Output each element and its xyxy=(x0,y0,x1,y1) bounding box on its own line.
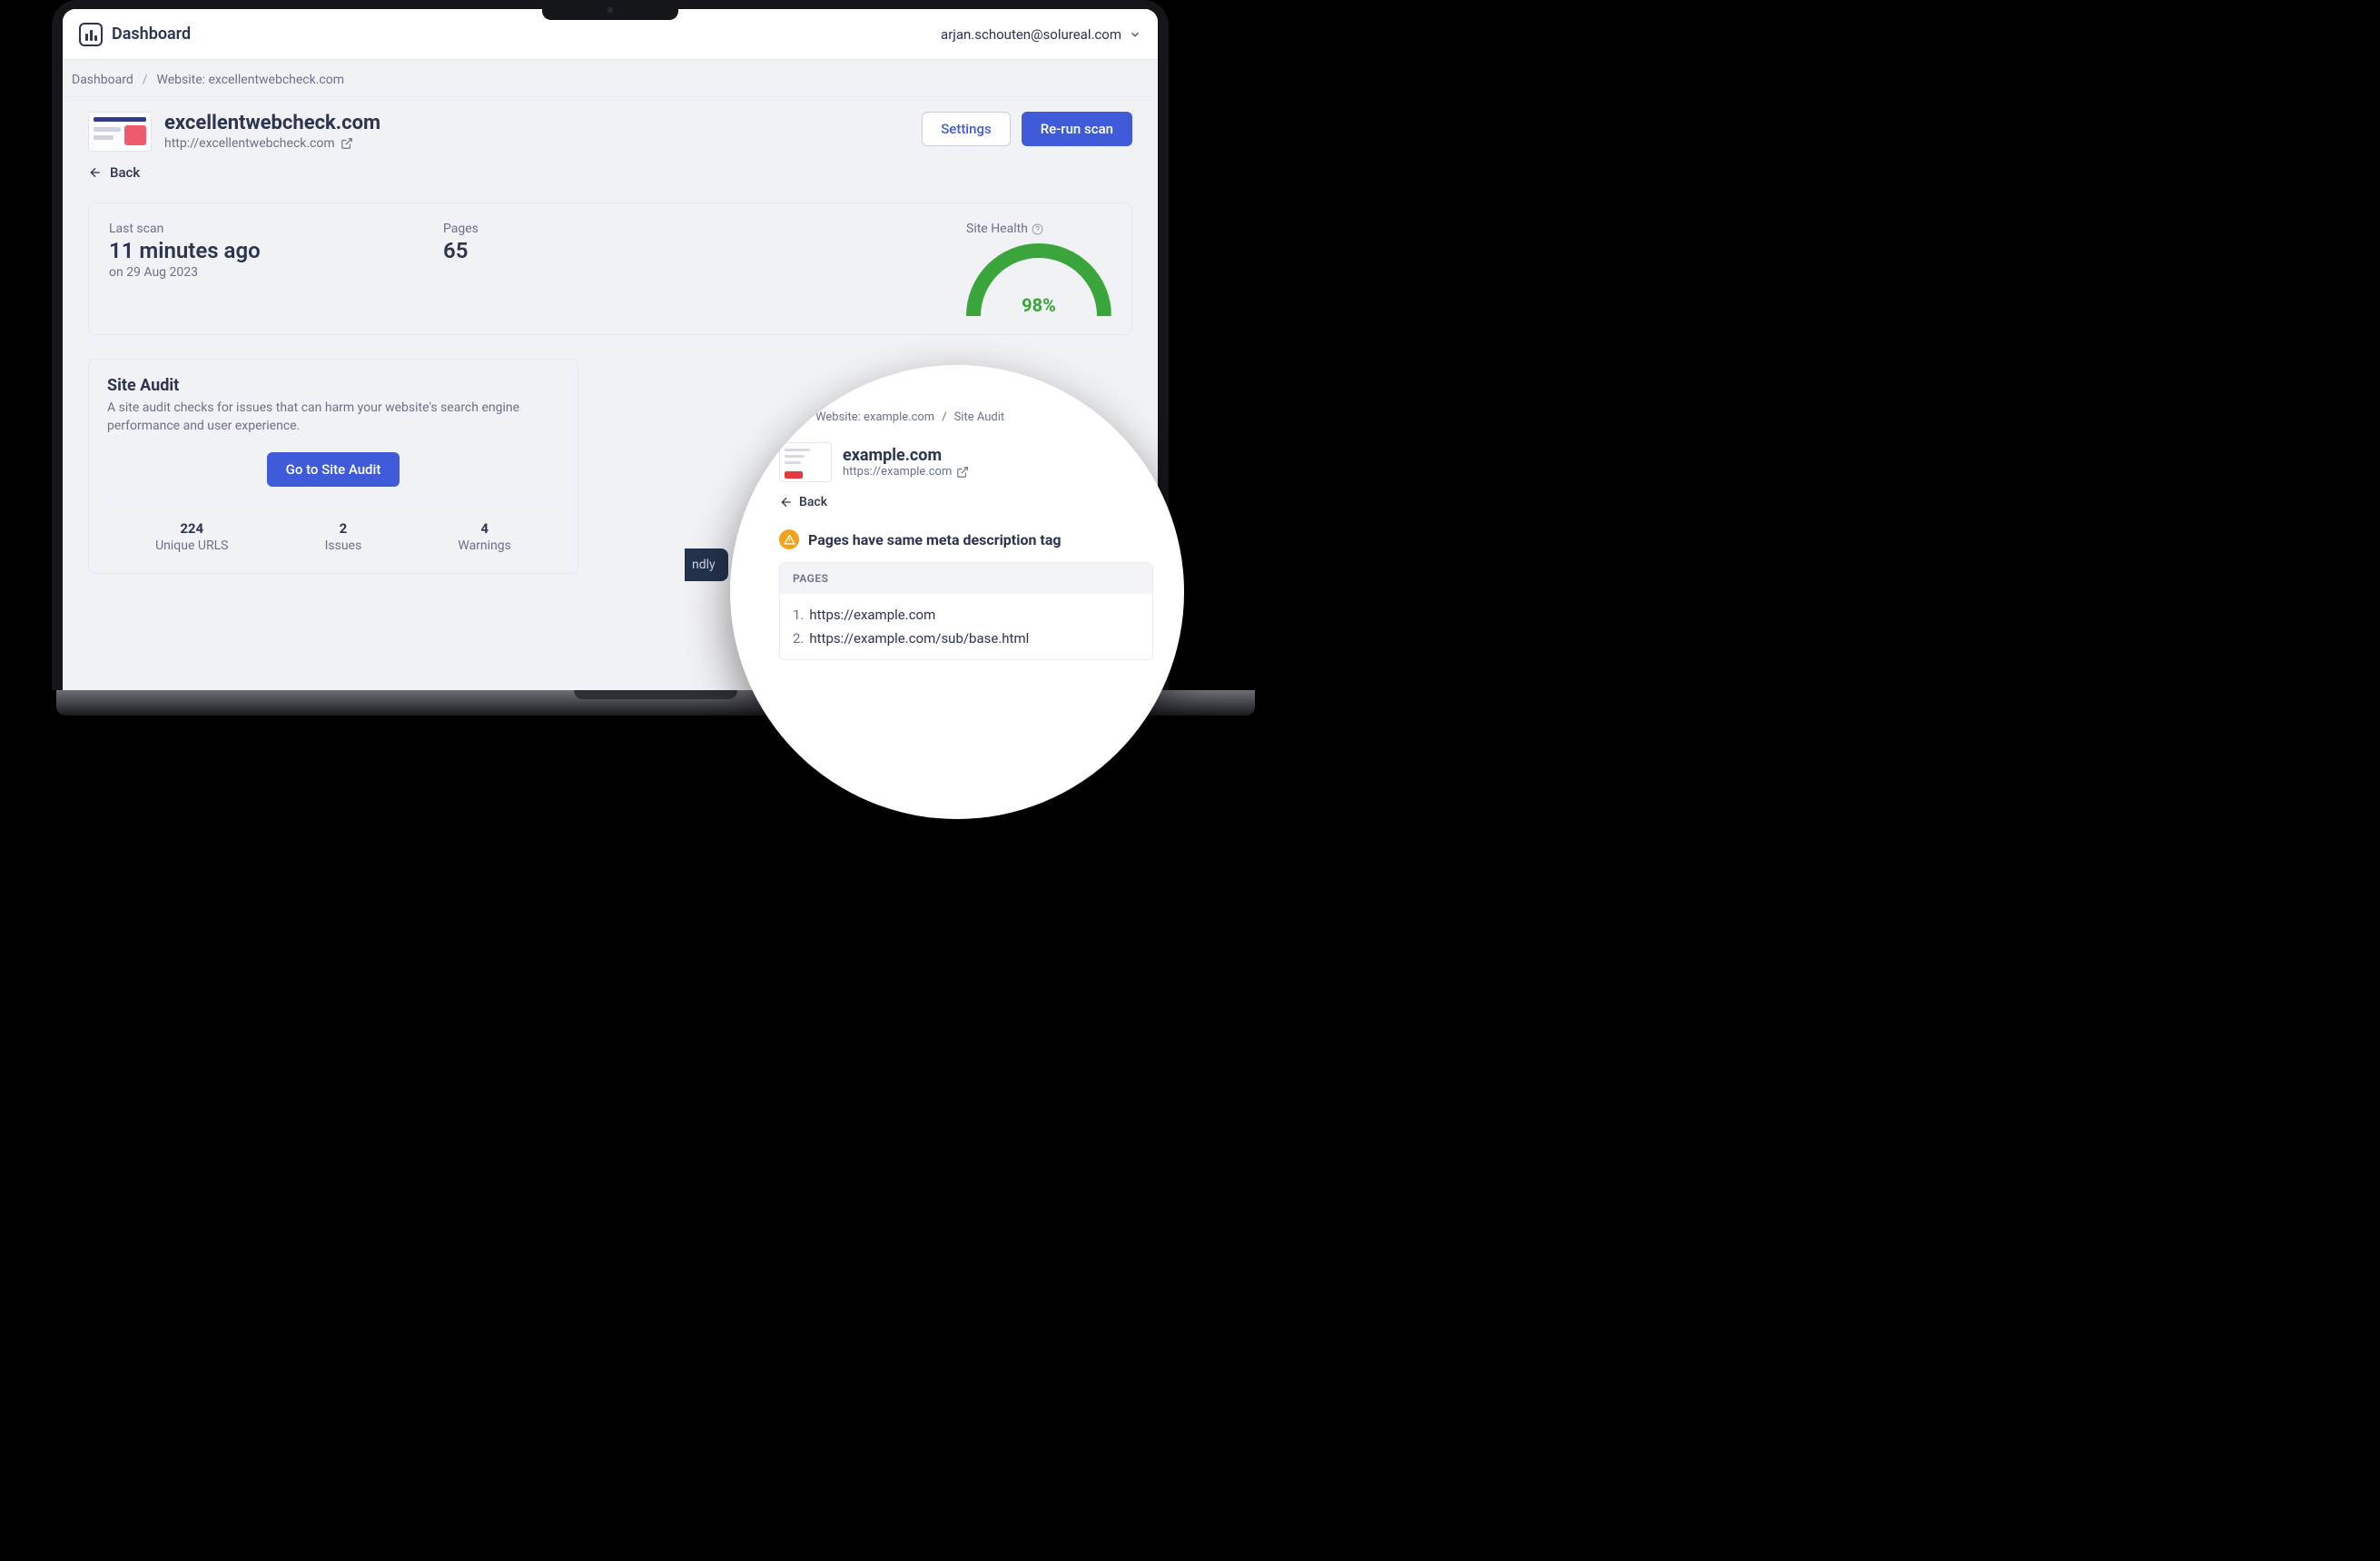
site-health-gauge: 98% xyxy=(966,243,1111,316)
audit-title: Site Audit xyxy=(107,376,559,395)
site-url-text: http://excellentwebcheck.com xyxy=(164,136,335,151)
breadcrumb: Dashboard / Website: excellentwebcheck.c… xyxy=(63,60,1158,97)
zoom-breadcrumb: ard / Website: example.com / Site Audit xyxy=(779,410,1153,424)
metric-sub: on 29 Aug 2023 xyxy=(109,265,443,280)
stat-warnings: 4 Warnings xyxy=(458,520,511,553)
stat-label: Warnings xyxy=(458,538,511,553)
back-button[interactable]: Back xyxy=(88,164,1132,181)
metrics-card: Last scan 11 minutes ago on 29 Aug 2023 … xyxy=(88,203,1132,335)
pages-list: 1. https://example.com 2. https://example.c… xyxy=(780,594,1152,659)
metric-label: Site Health xyxy=(966,222,1028,236)
site-url-link[interactable]: https://example.com xyxy=(843,465,969,479)
app-title: Dashboard xyxy=(112,25,191,44)
site-thumbnail xyxy=(88,112,152,152)
arrow-left-icon xyxy=(779,495,794,509)
camera-icon xyxy=(607,7,613,13)
metric-label: Pages xyxy=(443,222,777,236)
user-menu[interactable]: arjan.schouten@solureal.com xyxy=(941,26,1141,43)
mobile-friendly-chip-partial: ndly xyxy=(685,548,728,581)
metric-site-health: Site Health 98% xyxy=(966,222,1111,316)
list-url: https://example.com xyxy=(809,607,935,623)
issue-row: Pages have same meta description tag xyxy=(779,529,1153,549)
stat-unique-urls: 224 Unique URLS xyxy=(155,520,228,553)
stat-value: 2 xyxy=(325,520,362,537)
metric-label: Last scan xyxy=(109,222,443,236)
rerun-scan-button[interactable]: Re-run scan xyxy=(1022,112,1132,146)
site-audit-card: Site Audit A site audit checks for issue… xyxy=(88,359,578,574)
external-link-icon xyxy=(341,137,353,150)
metric-value: 65 xyxy=(443,238,777,263)
stat-label: Unique URLS xyxy=(155,538,228,553)
list-index: 2. xyxy=(793,630,804,647)
metric-pages: Pages 65 xyxy=(443,222,777,263)
issue-title: Pages have same meta description tag xyxy=(808,531,1062,548)
breadcrumb-mid[interactable]: Website: example.com xyxy=(815,410,934,424)
breadcrumb-leaf[interactable]: Site Audit xyxy=(954,410,1005,424)
site-url-link[interactable]: http://excellentwebcheck.com xyxy=(164,136,380,151)
site-name: excellentwebcheck.com xyxy=(164,112,380,134)
help-icon[interactable] xyxy=(1032,223,1043,235)
gauge-percent: 98% xyxy=(966,294,1111,316)
list-item[interactable]: 1. https://example.com xyxy=(793,603,1140,627)
metric-last-scan: Last scan 11 minutes ago on 29 Aug 2023 xyxy=(109,222,443,280)
zoom-site-header: example.com https://example.com xyxy=(779,442,1153,482)
stat-value: 224 xyxy=(155,520,228,537)
list-item[interactable]: 2. https://example.com/sub/base.html xyxy=(793,627,1140,650)
site-thumbnail xyxy=(779,442,832,482)
pages-card: PAGES 1. https://example.com 2. https://exa… xyxy=(779,562,1153,660)
brand[interactable]: Dashboard xyxy=(79,23,191,46)
back-label: Back xyxy=(110,164,140,181)
breadcrumb-root[interactable]: Dashboard xyxy=(72,73,133,87)
stat-value: 4 xyxy=(458,520,511,537)
breadcrumb-current[interactable]: Website: excellentwebcheck.com xyxy=(157,73,345,87)
chevron-down-icon xyxy=(1129,28,1141,41)
list-index: 1. xyxy=(793,607,804,623)
back-button[interactable]: Back xyxy=(779,495,1153,509)
arrow-left-icon xyxy=(88,165,103,180)
pages-header: PAGES xyxy=(780,563,1152,594)
list-url: https://example.com/sub/base.html xyxy=(809,630,1029,647)
site-header: excellentwebcheck.com http://excellentwe… xyxy=(88,112,1132,152)
stat-issues: 2 Issues xyxy=(325,520,362,553)
metric-value: 11 minutes ago xyxy=(109,238,443,263)
settings-button[interactable]: Settings xyxy=(922,112,1011,146)
warning-icon xyxy=(779,529,799,549)
external-link-icon xyxy=(956,466,969,479)
user-email: arjan.schouten@solureal.com xyxy=(941,26,1121,43)
zoom-lens: ard / Website: example.com / Site Audit … xyxy=(730,365,1184,819)
audit-description: A site audit checks for issues that can … xyxy=(107,399,559,436)
stat-label: Issues xyxy=(325,538,362,553)
back-label: Back xyxy=(799,495,827,509)
audit-stats: 224 Unique URLS 2 Issues 4 Warnings xyxy=(107,507,559,553)
bar-chart-icon xyxy=(79,23,103,46)
go-to-site-audit-button[interactable]: Go to Site Audit xyxy=(267,452,400,487)
breadcrumb-separator: / xyxy=(143,73,148,87)
site-url-text: https://example.com xyxy=(843,465,952,479)
site-name: example.com xyxy=(843,446,969,465)
laptop-notch xyxy=(542,0,678,20)
